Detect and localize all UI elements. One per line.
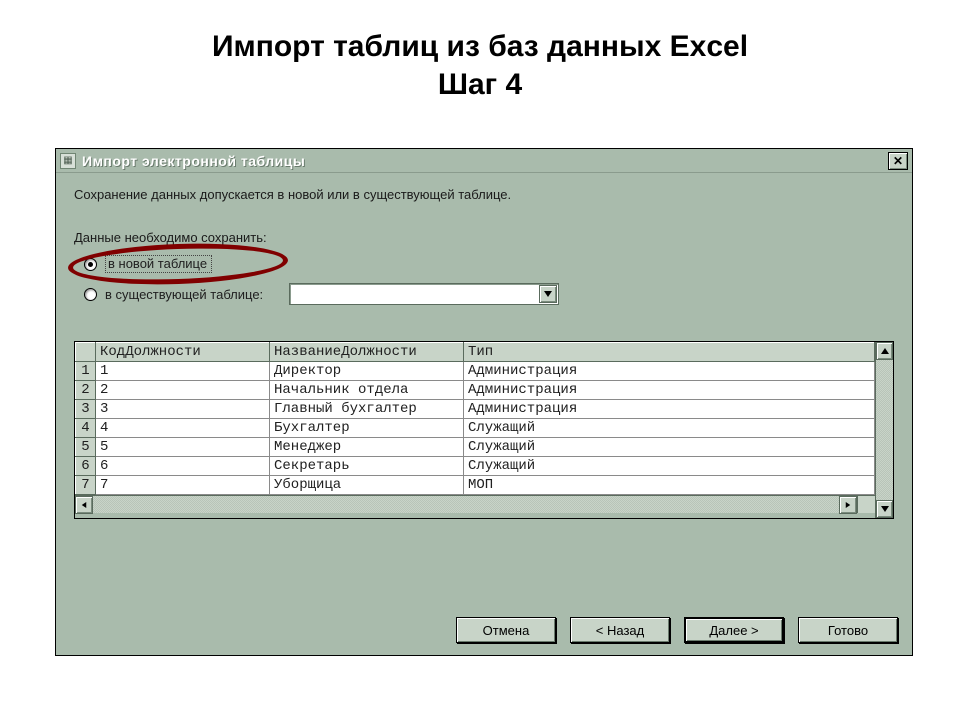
table-row[interactable]: 55МенеджерСлужащий [76,438,875,457]
cell: 2 [96,381,270,400]
dialog-title: Импорт электронной таблицы [82,153,305,169]
table-row[interactable]: 22Начальник отделаАдминистрация [76,381,875,400]
radio-existing-table-row[interactable]: в существующей таблице: [84,283,894,305]
cell: МОП [464,476,875,495]
table-row[interactable]: 66СекретарьСлужащий [76,457,875,476]
scroll-corner [857,495,875,513]
cell: Уборщица [270,476,464,495]
scroll-down-button[interactable] [876,500,893,518]
cell: Служащий [464,438,875,457]
combo-dropdown-button[interactable] [539,285,557,303]
triangle-up-icon [881,348,889,354]
triangle-right-icon [844,502,852,508]
cell: 4 [96,419,270,438]
prompt-text: Данные необходимо сохранить: [74,230,894,245]
horizontal-scrollbar[interactable] [75,495,857,513]
wizard-button-row: Отмена < Назад Далее > Готово [456,617,898,643]
chevron-down-icon [544,291,552,297]
triangle-down-icon [881,506,889,512]
v-scroll-track[interactable] [876,360,893,500]
cell: Администрация [464,400,875,419]
table-row[interactable]: 44БухгалтерСлужащий [76,419,875,438]
row-number: 4 [76,419,96,438]
cell: Секретарь [270,457,464,476]
col-header-0[interactable]: КодДолжности [96,343,270,362]
row-number: 3 [76,400,96,419]
existing-table-combo[interactable] [289,283,559,305]
slide-title-line2: Шаг 4 [0,66,960,104]
cell: 5 [96,438,270,457]
cell: 7 [96,476,270,495]
table-row[interactable]: 11ДиректорАдминистрация [76,362,875,381]
row-number: 7 [76,476,96,495]
radio-new-table-row[interactable]: в новой таблице [84,255,894,273]
col-header-2[interactable]: Тип [464,343,875,362]
row-number: 5 [76,438,96,457]
window-system-icon: ▦ [60,153,76,169]
vertical-scrollbar[interactable] [875,342,893,518]
col-header-1[interactable]: НазваниеДолжности [270,343,464,362]
cell: Служащий [464,457,875,476]
rowheader-corner [76,343,96,362]
cell: Начальник отдела [270,381,464,400]
cell: 6 [96,457,270,476]
triangle-left-icon [80,502,88,508]
table-row[interactable]: 77УборщицаМОП [76,476,875,495]
finish-button[interactable]: Готово [798,617,898,643]
preview-grid: КодДолжности НазваниеДолжности Тип 11Дир… [74,341,894,519]
cell: Бухгалтер [270,419,464,438]
slide-title: Импорт таблиц из баз данных Excel Шаг 4 [0,0,960,103]
import-wizard-dialog: ▦ Импорт электронной таблицы ✕ Сохранени… [55,148,913,656]
radio-new-table[interactable] [84,258,97,271]
scroll-up-button[interactable] [876,342,893,360]
cell: Директор [270,362,464,381]
next-button[interactable]: Далее > [684,617,784,643]
data-table: КодДолжности НазваниеДолжности Тип 11Дир… [75,342,875,495]
row-number: 1 [76,362,96,381]
scroll-right-button[interactable] [839,496,857,514]
radio-new-table-label: в новой таблице [105,255,212,273]
row-number: 6 [76,457,96,476]
dialog-titlebar: ▦ Импорт электронной таблицы ✕ [56,149,912,173]
slide-title-line1: Импорт таблиц из баз данных Excel [0,28,960,66]
table-row[interactable]: 33Главный бухгалтерАдминистрация [76,400,875,419]
cell: Служащий [464,419,875,438]
cell: 1 [96,362,270,381]
cell: Администрация [464,362,875,381]
intro-text: Сохранение данных допускается в новой ил… [74,187,894,202]
back-button[interactable]: < Назад [570,617,670,643]
cancel-button[interactable]: Отмена [456,617,556,643]
window-close-button[interactable]: ✕ [888,152,908,170]
cell: Менеджер [270,438,464,457]
cell: 3 [96,400,270,419]
cell: Главный бухгалтер [270,400,464,419]
cell: Администрация [464,381,875,400]
h-scroll-track[interactable] [93,496,839,513]
row-number: 2 [76,381,96,400]
scroll-left-button[interactable] [75,496,93,514]
radio-existing-table[interactable] [84,288,97,301]
radio-existing-table-label: в существующей таблице: [105,287,263,302]
